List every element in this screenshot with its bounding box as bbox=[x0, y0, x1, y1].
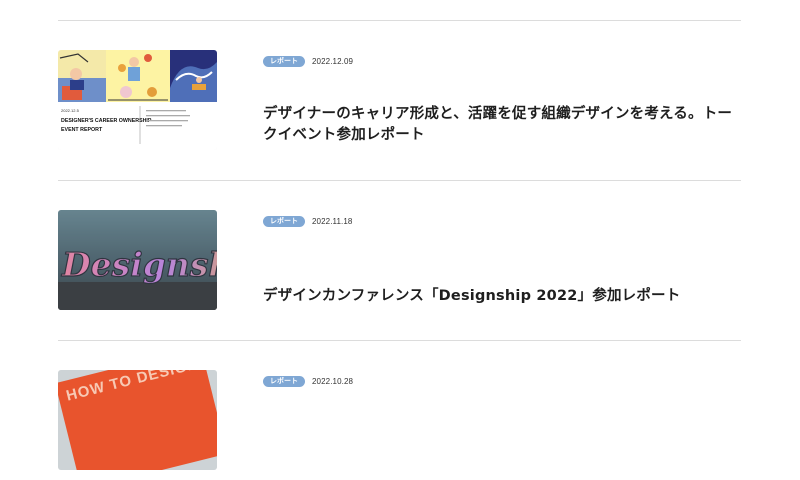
thumbnail-caption-title: DESIGNER'S CAREER OWNERSHIP bbox=[61, 118, 152, 124]
thumbnail-caption-subtitle: EVENT REPORT bbox=[61, 127, 103, 133]
article-thumbnail[interactable]: HOW TO DESIGN ENGINEER CAREER bbox=[58, 370, 217, 470]
illustration-image: 2022.12.5 DESIGNER'S CAREER OWNERSHIP EV… bbox=[58, 50, 217, 150]
publish-date: 2022.11.18 bbox=[312, 217, 353, 226]
category-badge: レポート bbox=[263, 376, 305, 387]
book-image: HOW TO DESIGN ENGINEER CAREER bbox=[58, 370, 217, 470]
category-badge: レポート bbox=[263, 216, 305, 227]
article-title-link[interactable]: デザインカンファレンス「Designship 2022」参加レポート bbox=[263, 286, 741, 307]
article-card[interactable]: Designship レポート 2022.11.18 デザインカンファレンス「D… bbox=[58, 210, 741, 320]
article-thumbnail[interactable]: Designship bbox=[58, 210, 217, 310]
divider bbox=[58, 20, 741, 21]
divider bbox=[58, 180, 741, 181]
divider bbox=[58, 340, 741, 341]
publish-date: 2022.12.09 bbox=[312, 57, 354, 66]
thumbnail-caption-date: 2022.12.5 bbox=[61, 108, 80, 113]
article-title-link[interactable]: デザイナーのキャリア形成と、活躍を促す組織デザインを考える。トークイベント参加レ… bbox=[263, 104, 741, 146]
article-thumbnail[interactable]: 2022.12.5 DESIGNER'S CAREER OWNERSHIP EV… bbox=[58, 50, 217, 150]
article-card[interactable]: 2022.12.5 DESIGNER'S CAREER OWNERSHIP EV… bbox=[58, 50, 741, 160]
category-badge: レポート bbox=[263, 56, 305, 67]
photo-image: Designship bbox=[58, 210, 217, 310]
article-card[interactable]: HOW TO DESIGN ENGINEER CAREER レポート 2022.… bbox=[58, 370, 741, 480]
publish-date: 2022.10.28 bbox=[312, 377, 354, 386]
